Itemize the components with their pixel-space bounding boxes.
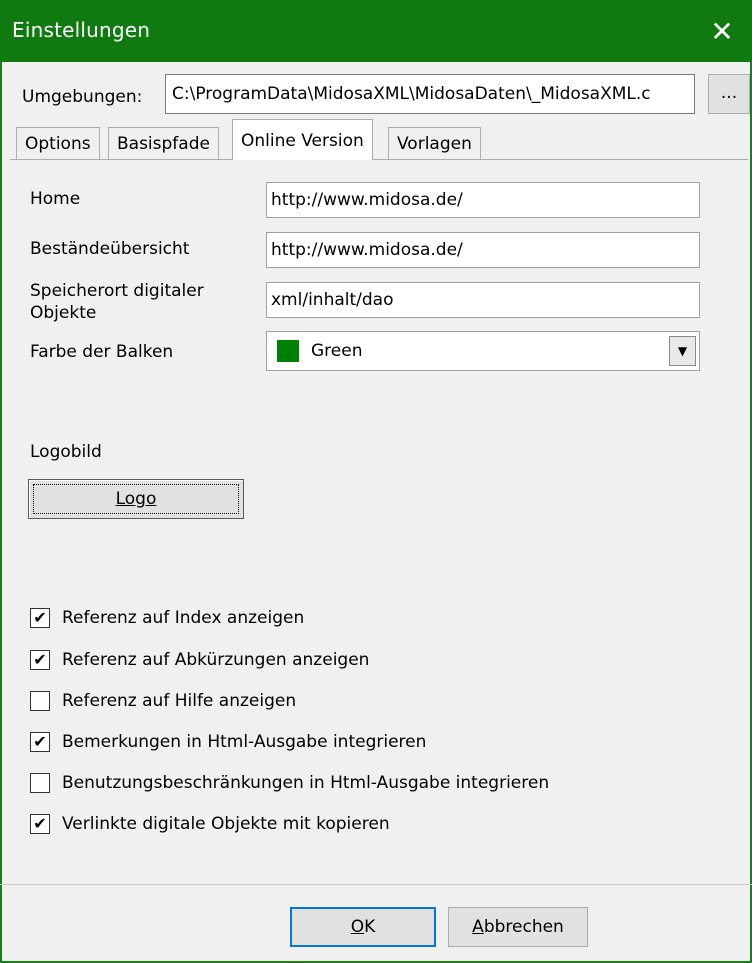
farbe-label: Farbe der Balken: [30, 342, 174, 362]
ok-label-rest: K: [364, 917, 376, 937]
checkbox-verlinkte[interactable]: ✔: [30, 814, 50, 834]
bestand-label: Beständeübersicht: [30, 239, 190, 259]
focus-rect: [33, 484, 239, 514]
check-icon: ✔: [33, 814, 47, 833]
checkbox-bemerkungen[interactable]: ✔: [30, 732, 50, 752]
checkbox-label: Referenz auf Abkürzungen anzeigen: [62, 650, 370, 670]
check-icon: ✔: [33, 650, 47, 669]
dropdown-arrow-icon[interactable]: ▼: [669, 336, 696, 366]
home-label: Home: [30, 189, 81, 209]
check-icon: ✔: [33, 732, 47, 751]
checkbox-label: Referenz auf Hilfe anzeigen: [62, 691, 297, 711]
checkbox-index[interactable]: ✔: [30, 608, 50, 628]
logobild-label: Logobild: [30, 442, 102, 462]
logo-button[interactable]: Logo: [28, 479, 244, 519]
tab-vorlagen[interactable]: Vorlagen: [388, 127, 481, 159]
cancel-label-rest: bbrechen: [483, 917, 564, 937]
farbe-selected-value: Green: [311, 341, 363, 361]
cancel-button[interactable]: Abbrechen: [448, 907, 588, 947]
environment-field[interactable]: C:\ProgramData\MidosaXML\MidosaDaten\_Mi…: [165, 74, 695, 114]
checkbox-label: Benutzungsbeschränkungen in Html-Ausgabe…: [62, 773, 550, 793]
farbe-select[interactable]: Green ▼: [266, 331, 700, 371]
speicherort-label-line2: Objekte: [30, 303, 97, 323]
home-input[interactable]: http://www.midosa.de/: [266, 182, 700, 218]
checkbox-label: Referenz auf Index anzeigen: [62, 608, 305, 628]
checkbox-label: Bemerkungen in Html-Ausgabe integrieren: [62, 732, 427, 752]
checkbox-label: Verlinkte digitale Objekte mit kopieren: [62, 814, 390, 834]
button-bar-separator: [0, 884, 752, 885]
checkbox-benutzung[interactable]: [30, 773, 50, 793]
window-title: Einstellungen: [12, 18, 151, 42]
close-icon[interactable]: ✕: [692, 0, 752, 62]
speicherort-label-line1: Speicherort digitaler: [30, 281, 204, 301]
tab-basispfade[interactable]: Basispfade: [108, 127, 219, 159]
speicherort-input[interactable]: xml/inhalt/dao: [266, 282, 700, 318]
checkbox-abkuerzungen[interactable]: ✔: [30, 650, 50, 670]
tab-online-version[interactable]: Online Version: [232, 119, 373, 160]
checkbox-hilfe[interactable]: [30, 691, 50, 711]
environment-label: Umgebungen:: [22, 87, 143, 107]
ok-mnemonic: O: [350, 917, 365, 937]
title-bar[interactable]: Einstellungen ✕: [0, 0, 752, 62]
tab-options[interactable]: Options: [16, 127, 100, 159]
color-swatch: [277, 340, 299, 362]
bestand-input[interactable]: http://www.midosa.de/: [266, 232, 700, 268]
browse-button[interactable]: ...: [708, 74, 750, 114]
check-icon: ✔: [33, 608, 47, 627]
cancel-mnemonic: A: [472, 917, 484, 937]
ok-button[interactable]: OK: [290, 907, 436, 947]
